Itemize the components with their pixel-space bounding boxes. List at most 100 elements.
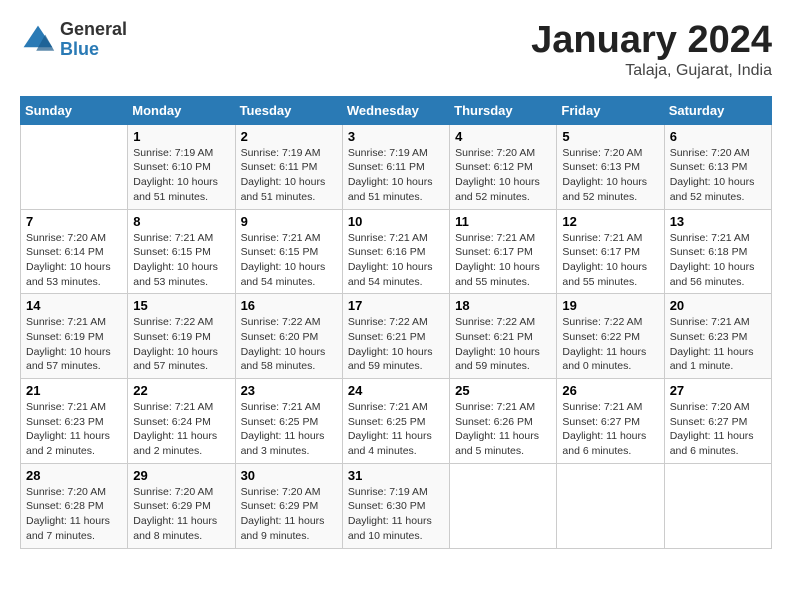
day-info: Sunrise: 7:22 AM Sunset: 6:20 PM Dayligh… (241, 315, 337, 374)
calendar-week-3: 14 Sunrise: 7:21 AM Sunset: 6:19 PM Dayli… (21, 294, 772, 379)
day-number: 19 (562, 298, 658, 313)
day-info: Sunrise: 7:20 AM Sunset: 6:13 PM Dayligh… (562, 146, 658, 205)
calendar-cell: 14 Sunrise: 7:21 AM Sunset: 6:19 PM Dayli… (21, 294, 128, 379)
day-number: 5 (562, 129, 658, 144)
calendar-cell: 17 Sunrise: 7:22 AM Sunset: 6:21 PM Dayli… (342, 294, 449, 379)
logo: General Blue (20, 20, 127, 60)
day-number: 23 (241, 383, 337, 398)
day-info: Sunrise: 7:21 AM Sunset: 6:19 PM Dayligh… (26, 315, 122, 374)
day-number: 4 (455, 129, 551, 144)
calendar-cell: 26 Sunrise: 7:21 AM Sunset: 6:27 PM Dayli… (557, 379, 664, 464)
day-info: Sunrise: 7:21 AM Sunset: 6:16 PM Dayligh… (348, 231, 444, 290)
day-info: Sunrise: 7:21 AM Sunset: 6:27 PM Dayligh… (562, 400, 658, 459)
header-cell-tuesday: Tuesday (235, 96, 342, 124)
header-cell-sunday: Sunday (21, 96, 128, 124)
calendar-cell: 22Sunrise: 7:21 AM Sunset: 6:24 PM Dayli… (128, 379, 235, 464)
calendar-cell: 11Sunrise: 7:21 AM Sunset: 6:17 PM Dayli… (450, 209, 557, 294)
day-info: Sunrise: 7:20 AM Sunset: 6:13 PM Dayligh… (670, 146, 766, 205)
day-number: 12 (562, 214, 658, 229)
day-number: 15 (133, 298, 229, 313)
header-cell-thursday: Thursday (450, 96, 557, 124)
logo-general-text: General (60, 20, 127, 40)
calendar-week-1: 1Sunrise: 7:19 AM Sunset: 6:10 PM Daylig… (21, 124, 772, 209)
calendar-cell: 5 Sunrise: 7:20 AM Sunset: 6:13 PM Daylig… (557, 124, 664, 209)
day-info: Sunrise: 7:21 AM Sunset: 6:23 PM Dayligh… (26, 400, 122, 459)
day-info: Sunrise: 7:22 AM Sunset: 6:19 PM Dayligh… (133, 315, 229, 374)
day-info: Sunrise: 7:21 AM Sunset: 6:15 PM Dayligh… (241, 231, 337, 290)
day-number: 14 (26, 298, 122, 313)
calendar-cell (21, 124, 128, 209)
day-info: Sunrise: 7:22 AM Sunset: 6:21 PM Dayligh… (455, 315, 551, 374)
calendar-cell: 28Sunrise: 7:20 AM Sunset: 6:28 PM Dayli… (21, 463, 128, 548)
title-block: January 2024 Talaja, Gujarat, India (531, 20, 772, 80)
logo-text: General Blue (60, 20, 127, 60)
calendar-cell: 23 Sunrise: 7:21 AM Sunset: 6:25 PM Dayli… (235, 379, 342, 464)
logo-icon (20, 22, 56, 58)
calendar-table: SundayMondayTuesdayWednesdayThursdayFrid… (20, 96, 772, 549)
day-info: Sunrise: 7:20 AM Sunset: 6:27 PM Dayligh… (670, 400, 766, 459)
calendar-cell: 2 Sunrise: 7:19 AM Sunset: 6:11 PM Daylig… (235, 124, 342, 209)
header-cell-friday: Friday (557, 96, 664, 124)
header-cell-saturday: Saturday (664, 96, 771, 124)
day-info: Sunrise: 7:21 AM Sunset: 6:24 PM Dayligh… (133, 400, 229, 459)
calendar-cell: 24 Sunrise: 7:21 AM Sunset: 6:25 PM Dayli… (342, 379, 449, 464)
day-info: Sunrise: 7:19 AM Sunset: 6:30 PM Dayligh… (348, 485, 444, 544)
day-info: Sunrise: 7:22 AM Sunset: 6:21 PM Dayligh… (348, 315, 444, 374)
day-number: 28 (26, 468, 122, 483)
day-number: 26 (562, 383, 658, 398)
calendar-cell: 21 Sunrise: 7:21 AM Sunset: 6:23 PM Dayli… (21, 379, 128, 464)
location-text: Talaja, Gujarat, India (531, 62, 772, 80)
day-number: 6 (670, 129, 766, 144)
logo-blue-text: Blue (60, 40, 127, 60)
day-number: 8 (133, 214, 229, 229)
day-info: Sunrise: 7:21 AM Sunset: 6:17 PM Dayligh… (455, 231, 551, 290)
calendar-cell (557, 463, 664, 548)
day-number: 20 (670, 298, 766, 313)
calendar-cell: 13Sunrise: 7:21 AM Sunset: 6:18 PM Dayli… (664, 209, 771, 294)
calendar-cell: 16 Sunrise: 7:22 AM Sunset: 6:20 PM Dayli… (235, 294, 342, 379)
day-number: 13 (670, 214, 766, 229)
day-info: Sunrise: 7:21 AM Sunset: 6:17 PM Dayligh… (562, 231, 658, 290)
day-info: Sunrise: 7:21 AM Sunset: 6:23 PM Dayligh… (670, 315, 766, 374)
day-number: 24 (348, 383, 444, 398)
day-number: 25 (455, 383, 551, 398)
header-row: SundayMondayTuesdayWednesdayThursdayFrid… (21, 96, 772, 124)
day-number: 17 (348, 298, 444, 313)
calendar-cell: 3 Sunrise: 7:19 AM Sunset: 6:11 PM Daylig… (342, 124, 449, 209)
calendar-cell (664, 463, 771, 548)
day-number: 9 (241, 214, 337, 229)
day-number: 7 (26, 214, 122, 229)
day-info: Sunrise: 7:19 AM Sunset: 6:11 PM Dayligh… (241, 146, 337, 205)
day-number: 31 (348, 468, 444, 483)
header-cell-wednesday: Wednesday (342, 96, 449, 124)
day-number: 2 (241, 129, 337, 144)
calendar-week-4: 21 Sunrise: 7:21 AM Sunset: 6:23 PM Dayli… (21, 379, 772, 464)
calendar-cell: 15 Sunrise: 7:22 AM Sunset: 6:19 PM Dayli… (128, 294, 235, 379)
calendar-cell: 6 Sunrise: 7:20 AM Sunset: 6:13 PM Daylig… (664, 124, 771, 209)
day-info: Sunrise: 7:22 AM Sunset: 6:22 PM Dayligh… (562, 315, 658, 374)
calendar-cell: 19 Sunrise: 7:22 AM Sunset: 6:22 PM Dayli… (557, 294, 664, 379)
day-number: 21 (26, 383, 122, 398)
day-info: Sunrise: 7:20 AM Sunset: 6:29 PM Dayligh… (133, 485, 229, 544)
day-info: Sunrise: 7:21 AM Sunset: 6:25 PM Dayligh… (241, 400, 337, 459)
day-info: Sunrise: 7:19 AM Sunset: 6:10 PM Dayligh… (133, 146, 229, 205)
day-number: 16 (241, 298, 337, 313)
calendar-cell: 12 Sunrise: 7:21 AM Sunset: 6:17 PM Dayli… (557, 209, 664, 294)
calendar-cell: 27 Sunrise: 7:20 AM Sunset: 6:27 PM Dayli… (664, 379, 771, 464)
month-year-title: January 2024 (531, 20, 772, 62)
day-info: Sunrise: 7:21 AM Sunset: 6:15 PM Dayligh… (133, 231, 229, 290)
calendar-cell (450, 463, 557, 548)
calendar-cell: 9 Sunrise: 7:21 AM Sunset: 6:15 PM Daylig… (235, 209, 342, 294)
calendar-cell: 8 Sunrise: 7:21 AM Sunset: 6:15 PM Daylig… (128, 209, 235, 294)
day-number: 27 (670, 383, 766, 398)
day-info: Sunrise: 7:19 AM Sunset: 6:11 PM Dayligh… (348, 146, 444, 205)
day-info: Sunrise: 7:20 AM Sunset: 6:29 PM Dayligh… (241, 485, 337, 544)
day-info: Sunrise: 7:21 AM Sunset: 6:25 PM Dayligh… (348, 400, 444, 459)
calendar-cell: 31 Sunrise: 7:19 AM Sunset: 6:30 PM Dayli… (342, 463, 449, 548)
calendar-week-5: 28Sunrise: 7:20 AM Sunset: 6:28 PM Dayli… (21, 463, 772, 548)
calendar-cell: 29Sunrise: 7:20 AM Sunset: 6:29 PM Dayli… (128, 463, 235, 548)
day-number: 3 (348, 129, 444, 144)
header-cell-monday: Monday (128, 96, 235, 124)
calendar-header: SundayMondayTuesdayWednesdayThursdayFrid… (21, 96, 772, 124)
day-info: Sunrise: 7:21 AM Sunset: 6:26 PM Dayligh… (455, 400, 551, 459)
